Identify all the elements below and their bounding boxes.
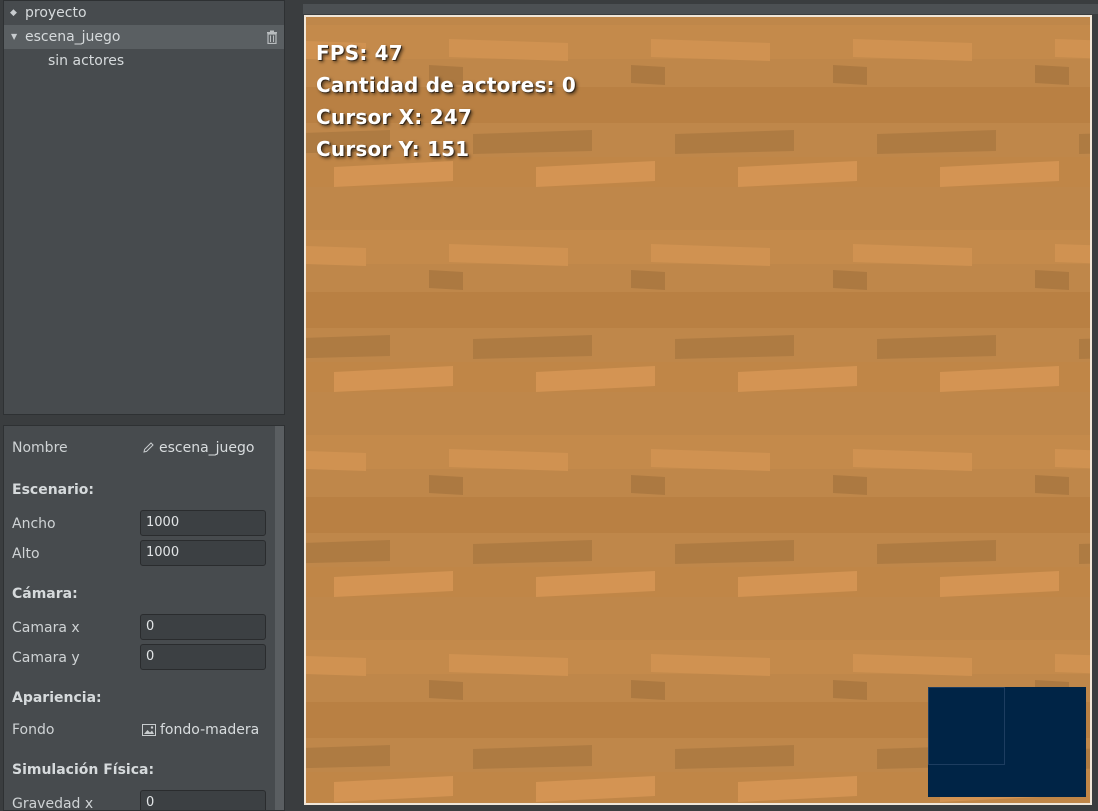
name-label: Nombre	[12, 440, 68, 456]
camera-y-label: Camara y	[12, 650, 80, 666]
tree-item-empty: sin actores	[4, 49, 284, 73]
width-label: Ancho	[12, 516, 56, 532]
scene-tree: ◆ proyecto ▼ escena_juego sin actores	[3, 0, 285, 415]
image-icon	[142, 724, 156, 736]
actor-count-text: Cantidad de actores: 0	[316, 73, 577, 97]
background-text: fondo-madera	[160, 722, 260, 738]
debug-hud: FPS: 47 Cantidad de actores: 0 Cursor X:…	[316, 37, 576, 165]
trash-icon[interactable]	[266, 30, 278, 44]
name-value[interactable]: escena_juego	[142, 440, 255, 456]
camera-x-input[interactable]: 0	[140, 614, 266, 640]
section-stage: Escenario:	[12, 482, 95, 498]
fps-text: FPS: 47	[316, 41, 403, 65]
cursor-x-text: Cursor X: 247	[316, 105, 472, 129]
camera-y-row: Camara y 0	[12, 644, 274, 672]
tree-item-label: sin actores	[48, 53, 125, 69]
name-text: escena_juego	[159, 440, 255, 456]
properties-scrollbar[interactable]	[275, 426, 284, 810]
game-canvas[interactable]: FPS: 47 Cantidad de actores: 0 Cursor X:…	[304, 15, 1092, 805]
camera-x-row: Camara x 0	[12, 614, 274, 642]
section-appearance: Apariencia:	[12, 690, 102, 706]
tree-item-project[interactable]: ◆ proyecto	[4, 1, 284, 25]
tree-item-label: proyecto	[25, 5, 87, 21]
height-row: Alto 1000	[12, 540, 274, 568]
gravity-x-input[interactable]: 0	[140, 790, 266, 810]
gravity-x-row: Gravedad x 0	[12, 790, 274, 811]
background-row: Fondo fondo-madera	[12, 716, 274, 744]
width-input[interactable]: 1000	[140, 510, 266, 536]
tree-item-scene[interactable]: ▼ escena_juego	[4, 25, 284, 49]
properties-panel: Nombre escena_juego Escenario: Ancho 100…	[3, 425, 285, 811]
left-sidebar: ◆ proyecto ▼ escena_juego sin actores No…	[0, 0, 292, 811]
camera-y-input[interactable]: 0	[140, 644, 266, 670]
background-value[interactable]: fondo-madera	[142, 722, 259, 738]
name-row: Nombre escena_juego	[12, 434, 274, 462]
width-row: Ancho 1000	[12, 510, 274, 538]
height-input[interactable]: 1000	[140, 540, 266, 566]
section-camera: Cámara:	[12, 586, 78, 602]
section-physics: Simulación Física:	[12, 762, 155, 778]
diamond-icon: ◆	[10, 8, 17, 18]
pencil-icon	[143, 442, 154, 453]
camera-x-label: Camara x	[12, 620, 80, 636]
gravity-x-label: Gravedad x	[12, 796, 94, 811]
minimap-viewport[interactable]	[928, 687, 1005, 765]
triangle-down-icon[interactable]: ▼	[11, 25, 17, 49]
minimap[interactable]	[928, 687, 1086, 797]
background-label: Fondo	[12, 722, 55, 738]
cursor-y-text: Cursor Y: 151	[316, 137, 470, 161]
tree-item-label: escena_juego	[25, 29, 121, 45]
canvas-toolbar-strip	[303, 4, 1098, 14]
height-label: Alto	[12, 546, 40, 562]
